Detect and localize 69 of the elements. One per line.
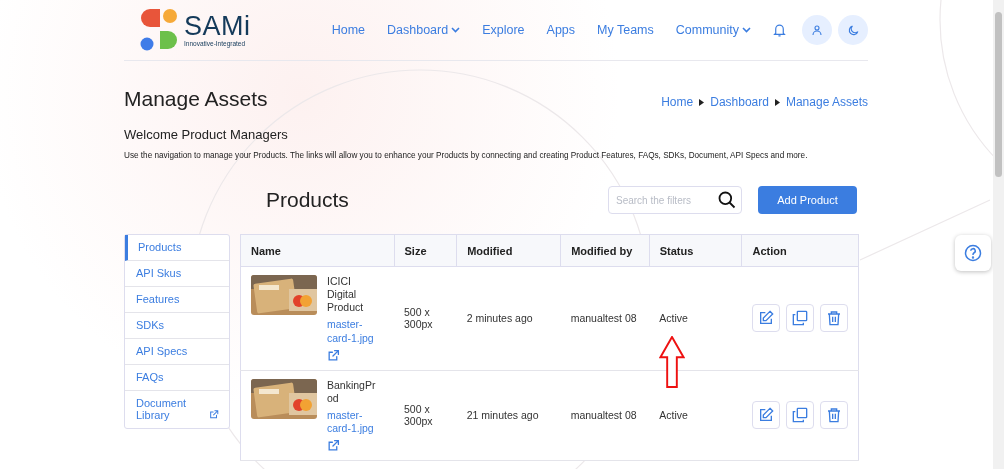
welcome-heading: Welcome Product Managers — [124, 127, 289, 142]
caret-icon — [699, 98, 705, 106]
sidebar-item[interactable]: Document Library — [136, 397, 203, 421]
nav-link[interactable]: My Teams — [597, 23, 654, 37]
nav-link[interactable]: Home — [331, 23, 365, 37]
edit-button[interactable] — [751, 304, 780, 333]
column-header: Size — [394, 234, 457, 267]
page-title: Manage Assets — [124, 87, 268, 111]
nav-link[interactable]: Apps — [546, 23, 576, 37]
help-icon[interactable] — [964, 244, 982, 262]
table-cell: manualtest 08 — [560, 266, 650, 371]
delete-button[interactable] — [819, 401, 848, 430]
column-header: Modified by — [560, 234, 650, 267]
table-cell: 21 minutes ago — [456, 370, 561, 461]
column-header: Action — [741, 234, 859, 267]
sidebar-item[interactable]: API Skus — [136, 267, 182, 279]
caret-icon — [774, 98, 780, 106]
product-name: ICICI Digital Product — [327, 275, 365, 315]
profile-button[interactable] — [802, 15, 832, 45]
moon-icon[interactable] — [846, 23, 860, 37]
table-cell: 500 x 300px — [394, 266, 457, 371]
search-icon[interactable] — [717, 190, 737, 210]
sidebar-item[interactable]: API Specs — [136, 345, 188, 357]
product-name: BankingProd — [327, 378, 377, 405]
external-link-icon[interactable] — [208, 408, 219, 421]
copy-button[interactable] — [785, 304, 814, 333]
user-icon[interactable] — [811, 24, 823, 36]
column-header: Modified — [456, 234, 561, 267]
sidebar-item[interactable]: Products — [138, 241, 182, 253]
external-link-icon[interactable] — [327, 439, 340, 453]
column-header: Status — [649, 234, 742, 267]
scrollbar[interactable] — [993, 0, 1004, 469]
nav-link[interactable]: Dashboard — [387, 23, 461, 37]
copy-button[interactable] — [785, 401, 814, 430]
file-link[interactable]: master-card-1.jpg — [327, 318, 381, 345]
table-cell: 500 x 300px — [394, 370, 457, 461]
arrow-annotation — [659, 336, 685, 388]
description-text: Use the navigation to manage your Products. The links will allow you to enhance your Products by connecting and creating Product Features, FAQs, SDKs, Document, API Specs and more. — [124, 151, 809, 160]
sidebar-item[interactable]: SDKs — [136, 319, 165, 331]
help-button[interactable] — [955, 235, 991, 271]
file-link[interactable]: master-card-1.jpg — [327, 408, 381, 436]
sidebar-item[interactable]: FAQs — [136, 371, 164, 383]
table-cell: manualtest 08 — [560, 370, 650, 461]
breadcrumb-link[interactable]: Dashboard — [710, 95, 769, 109]
copy-icon[interactable] — [791, 407, 808, 424]
bell-icon[interactable] — [773, 23, 786, 37]
edit-button[interactable] — [751, 401, 780, 430]
section-title: Products — [266, 188, 349, 212]
chevron-down-icon[interactable] — [742, 27, 751, 33]
dark-mode-button[interactable] — [838, 15, 868, 45]
column-header: Name — [240, 234, 394, 267]
sidebar-item[interactable]: Features — [136, 293, 180, 305]
trash-icon[interactable] — [825, 310, 842, 327]
external-link-icon[interactable] — [327, 348, 340, 362]
nav-link[interactable]: Community — [675, 23, 751, 37]
edit-icon[interactable] — [757, 407, 774, 424]
trash-icon[interactable] — [825, 407, 842, 424]
table-cell: 2 minutes ago — [456, 266, 561, 371]
logo-icon — [140, 9, 178, 51]
nav-link[interactable]: Explore — [482, 23, 525, 37]
chevron-down-icon[interactable] — [451, 27, 461, 33]
breadcrumb-link[interactable]: Manage Assets — [785, 95, 868, 109]
delete-button[interactable] — [819, 304, 848, 333]
add-product-button[interactable]: Add Product — [758, 186, 857, 214]
search-field[interactable]: Search the filters — [608, 186, 742, 214]
logo-name: SAMi — [184, 13, 251, 40]
breadcrumb-link[interactable]: Home — [661, 95, 694, 109]
edit-icon[interactable] — [757, 310, 774, 327]
copy-icon[interactable] — [791, 310, 808, 327]
